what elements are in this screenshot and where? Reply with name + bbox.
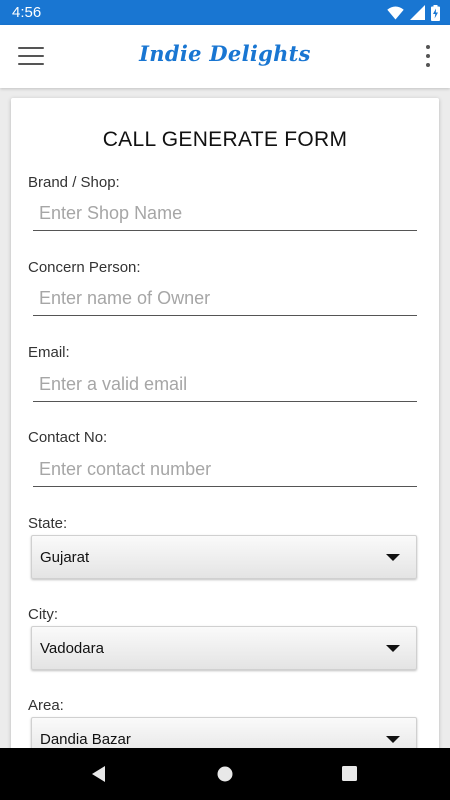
battery-charging-icon — [431, 4, 440, 21]
city-dropdown[interactable]: Vadodara — [31, 626, 417, 670]
signal-icon — [410, 5, 425, 20]
overflow-menu-icon[interactable] — [424, 45, 432, 67]
city-value: Vadodara — [40, 640, 104, 657]
city-label: City: — [28, 606, 58, 623]
email-input[interactable] — [33, 368, 417, 402]
home-icon[interactable] — [216, 765, 234, 783]
contact-no-label: Contact No: — [28, 429, 108, 446]
status-time: 4:56 — [12, 4, 42, 21]
app-title: Indie Delights — [139, 41, 311, 66]
wifi-icon — [387, 6, 404, 19]
status-icons — [387, 4, 440, 21]
area-value: Dandia Bazar — [40, 731, 131, 748]
form-card: CALL GENERATE FORM Brand / Shop: Concern… — [11, 98, 439, 788]
back-icon[interactable] — [90, 765, 107, 783]
email-label: Email: — [28, 344, 70, 361]
status-bar: 4:56 — [0, 0, 450, 25]
form-title: CALL GENERATE FORM — [102, 128, 348, 151]
state-label: State: — [28, 515, 68, 532]
owner-name-input[interactable] — [33, 282, 417, 316]
app-bar: Indie Delights — [0, 25, 450, 88]
navigation-bar — [0, 748, 450, 800]
concern-person-label: Concern Person: — [28, 259, 141, 276]
contact-number-input[interactable] — [33, 453, 417, 487]
shop-name-input[interactable] — [33, 197, 417, 231]
dropdown-caret-icon — [386, 645, 400, 652]
state-value: Gujarat — [40, 549, 90, 566]
dropdown-caret-icon — [386, 554, 400, 561]
state-dropdown[interactable]: Gujarat — [31, 535, 417, 579]
brand-shop-label: Brand / Shop: — [28, 174, 120, 191]
recents-icon[interactable] — [341, 765, 358, 782]
area-label: Area: — [28, 697, 64, 714]
dropdown-caret-icon — [386, 736, 400, 743]
